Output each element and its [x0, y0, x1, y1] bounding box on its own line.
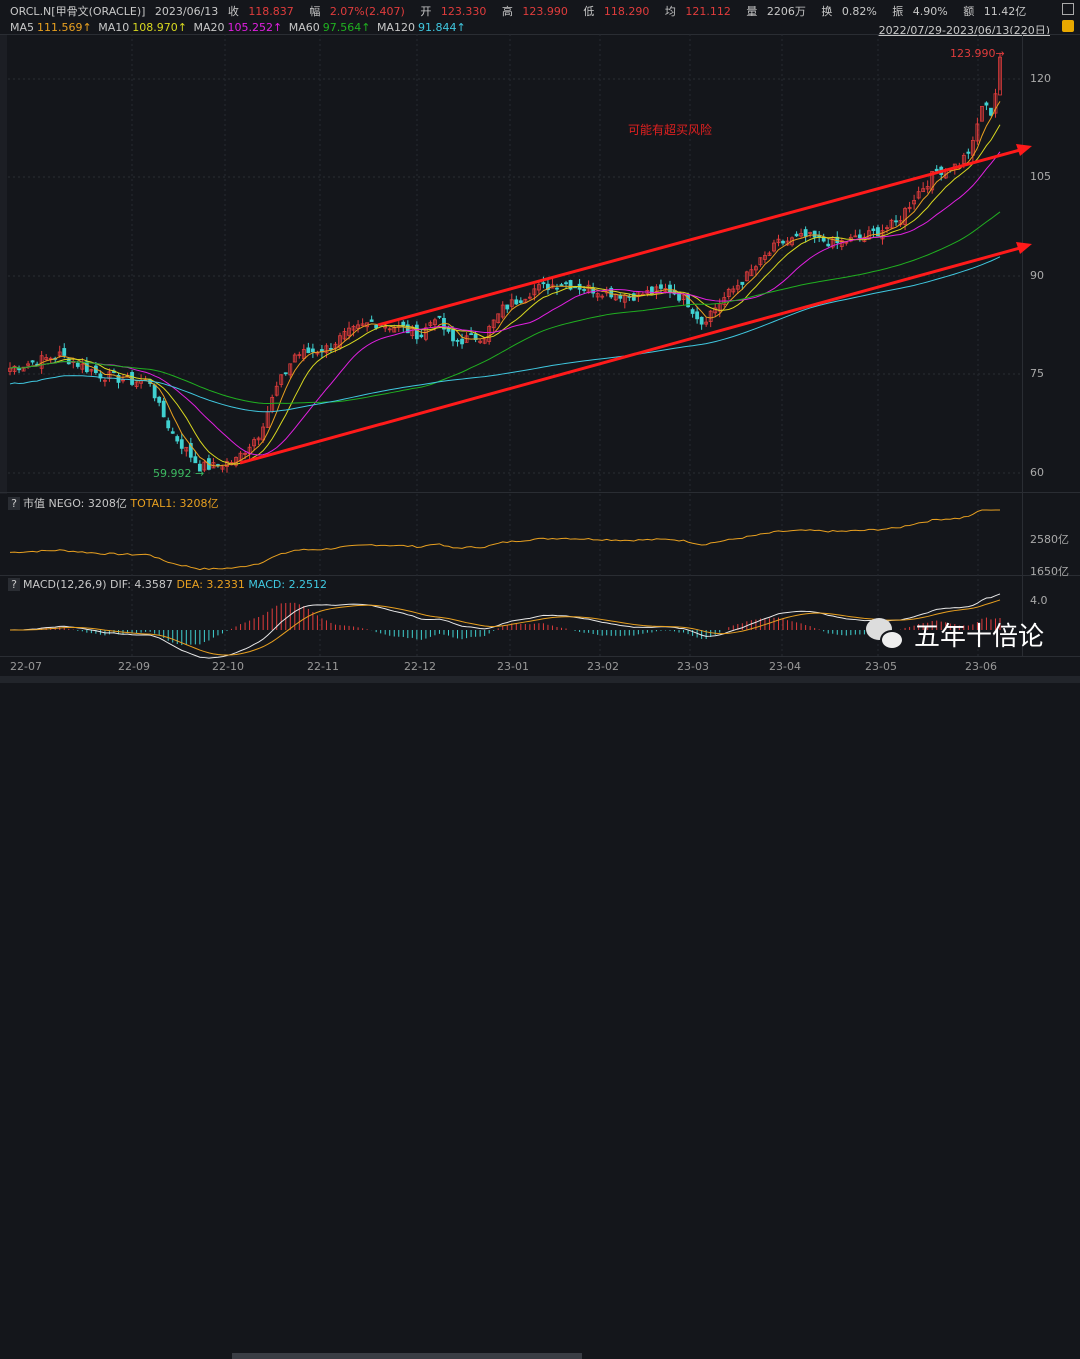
candle-body [193, 456, 198, 464]
candle-body [84, 361, 89, 373]
dea-line [9, 599, 1001, 656]
mv-tick: 1650亿 [1030, 565, 1069, 578]
candle-body [659, 284, 663, 289]
date-tick: 22-10 [212, 660, 244, 673]
candle-body [455, 339, 460, 342]
candle-body [555, 287, 559, 290]
market-value-line [9, 509, 1000, 571]
candle-body [179, 439, 184, 449]
candle-body [306, 347, 311, 354]
price-tick: 75 [1030, 367, 1044, 380]
macd-dif: DIF: 4.3587 [110, 578, 173, 591]
candle-body [695, 311, 700, 320]
macd-value: MACD: 2.2512 [248, 578, 328, 591]
candle-body [518, 300, 523, 303]
macd-tick: 4.0 [1030, 594, 1048, 607]
mv-tick: 2580亿 [1030, 533, 1069, 546]
candle-body [414, 324, 419, 340]
candle-body [152, 384, 157, 399]
candle-body [699, 316, 704, 325]
candle-body [690, 309, 695, 314]
date-tick: 22-11 [307, 660, 339, 673]
macd-title: MACD(12,26,9) [23, 578, 107, 591]
candle-body [857, 234, 862, 239]
candle-body [451, 329, 455, 342]
candle-body [75, 362, 80, 367]
help-button[interactable]: ? [8, 497, 20, 510]
scroll-thumb[interactable] [232, 1353, 582, 1359]
horizontal-scrollbar[interactable] [0, 676, 1080, 1359]
candle-body [781, 240, 785, 244]
date-tick: 22-07 [10, 660, 42, 673]
candle-body [826, 243, 831, 247]
candle-body [283, 372, 288, 375]
candle-body [369, 319, 374, 322]
low-price-label: 59.992 → [153, 467, 205, 480]
market-value-header: ? 市值 NEGO: 3208亿 TOTAL1: 3208亿 [8, 495, 218, 511]
candle-body [505, 304, 510, 310]
candle-body [469, 333, 473, 336]
candle-body [740, 281, 745, 285]
date-tick: 23-03 [677, 660, 709, 673]
date-tick: 23-01 [497, 660, 529, 673]
candle-body [934, 168, 939, 172]
mv-title: 市值 [23, 497, 45, 510]
price-tick: 120 [1030, 72, 1051, 85]
high-price-label: 123.990→ [950, 47, 1005, 60]
candle-body [803, 229, 808, 237]
candle-body [157, 396, 162, 403]
date-tick: 23-06 [965, 660, 997, 673]
lower-trend-line [239, 246, 1021, 465]
candle-body [62, 348, 67, 356]
candle-body [794, 233, 799, 237]
macd-dea: DEA: 3.2331 [176, 578, 245, 591]
candle-body [419, 334, 424, 338]
candle-body [812, 230, 817, 238]
candle-body [582, 289, 587, 291]
date-tick: 22-12 [404, 660, 436, 673]
date-tick: 23-05 [865, 660, 897, 673]
date-tick: 22-09 [118, 660, 150, 673]
upper-trend-line [377, 148, 1021, 327]
mv-total: TOTAL1: 3208亿 [130, 497, 219, 510]
candle-body [170, 431, 175, 434]
ma5-line [9, 101, 1001, 467]
dif-line [9, 593, 1001, 659]
date-tick: 23-04 [769, 660, 801, 673]
candle-body [871, 228, 876, 231]
candle-body [966, 151, 971, 154]
candle-body [564, 282, 568, 285]
wechat-icon [866, 617, 906, 652]
date-tick: 23-02 [587, 660, 619, 673]
price-tick: 60 [1030, 466, 1044, 479]
candle-body [894, 220, 898, 223]
watermark-text: 五年十倍论 [914, 622, 1045, 652]
candle-body [541, 282, 546, 285]
trend-arrowhead [1016, 242, 1032, 254]
mv-nego: NEGO: 3208亿 [48, 497, 127, 510]
candle-body [460, 338, 464, 345]
candle-body [437, 315, 442, 318]
candle-body [668, 284, 672, 293]
candle-body [30, 360, 35, 363]
candle-body [161, 400, 166, 418]
help-button[interactable]: ? [8, 578, 20, 591]
candle-body [329, 348, 333, 350]
candle-body [175, 436, 180, 442]
macd-header: ? MACD(12,26,9) DIF: 4.3587 DEA: 3.2331 M… [8, 578, 327, 591]
annotation-overbought: 可能有超买风险 [628, 123, 713, 137]
candle-body [559, 284, 564, 287]
candle-body [374, 324, 379, 329]
price-tick: 105 [1030, 170, 1051, 183]
trend-arrowhead [1016, 144, 1032, 156]
price-tick: 90 [1030, 269, 1044, 282]
candle-body [310, 348, 315, 353]
candle-body [514, 299, 519, 305]
watermark: 五年十倍论 [866, 616, 1044, 653]
candle-body [166, 420, 171, 429]
candle-body [989, 107, 993, 116]
candle-body [984, 102, 989, 106]
